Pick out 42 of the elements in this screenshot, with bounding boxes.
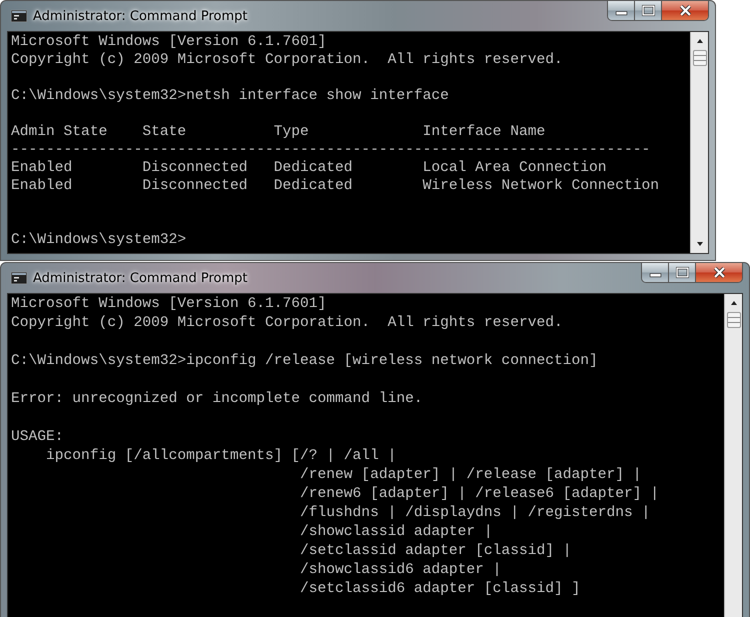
maximize-icon <box>642 5 654 16</box>
console-line: ipconfig [/allcompartments] [/? | /all | <box>45 447 398 466</box>
minimize-button[interactable] <box>608 1 635 20</box>
close-button[interactable] <box>662 1 708 20</box>
console-icon <box>11 10 27 22</box>
console-line: Copyright (c) 2009 Microsoft Corporation. All rights reserved. <box>11 51 564 69</box>
console-line: Enabled Disconnected Dedicated Local Area Connection <box>11 159 608 177</box>
console-line: Error: unrecognized or incomplete command line. <box>11 390 424 409</box>
console-line: Microsoft Windows [Version 6.1.7601] <box>11 33 328 51</box>
scroll-up-icon[interactable] <box>694 37 704 45</box>
maximize-button[interactable] <box>635 1 662 20</box>
console-line: Admin State State Type Interface Name <box>11 123 546 141</box>
scroll-down-icon[interactable] <box>694 240 704 248</box>
console-line: C:\Windows\system32>ipconfig /release [wireless network connection] <box>11 352 599 371</box>
scrollbar[interactable] <box>690 32 708 253</box>
scroll-thumb[interactable] <box>692 50 706 66</box>
console-line: C:\Windows\system32> <box>11 231 188 249</box>
console-line: /renew [adapter] | /release [adapter] | <box>299 466 643 485</box>
scroll-up-icon[interactable] <box>728 299 738 307</box>
close-icon <box>678 5 692 16</box>
console-line: Enabled Disconnected Dedicated Wireless Network Connection <box>11 177 660 195</box>
maximize-button[interactable] <box>669 263 696 282</box>
console-line: /setclassid adapter [classid] | <box>299 542 572 561</box>
console-line: Microsoft Windows [Version 6.1.7601] <box>11 295 328 314</box>
scroll-thumb[interactable] <box>726 312 740 328</box>
console-line: Copyright (c) 2009 Microsoft Corporation. All rights reserved. <box>11 314 564 333</box>
console-icon <box>11 272 27 284</box>
console-line: C:\Windows\system32>netsh interface show interface <box>11 87 450 105</box>
console-line: /flushdns | /displaydns | /registerdns | <box>299 504 652 523</box>
window-title: Administrator: Command Prompt <box>33 8 248 24</box>
window-title: Administrator: Command Prompt <box>33 270 248 286</box>
console-line: ------------------------------------------------------------------------- <box>11 141 652 159</box>
close-icon <box>712 267 726 278</box>
console-line: /setclassid6 adapter [classid] ] <box>299 580 582 599</box>
maximize-icon <box>676 267 688 278</box>
console-line: /renew6 [adapter] | /release6 [adapter] | <box>299 485 660 504</box>
console-line: USAGE: <box>11 428 65 447</box>
minimize-button[interactable] <box>642 263 669 282</box>
scrollbar[interactable] <box>724 294 742 617</box>
close-button[interactable] <box>696 263 742 282</box>
console-line: /showclassid adapter | <box>299 523 494 542</box>
console-line: /showclassid6 adapter | <box>299 561 502 580</box>
